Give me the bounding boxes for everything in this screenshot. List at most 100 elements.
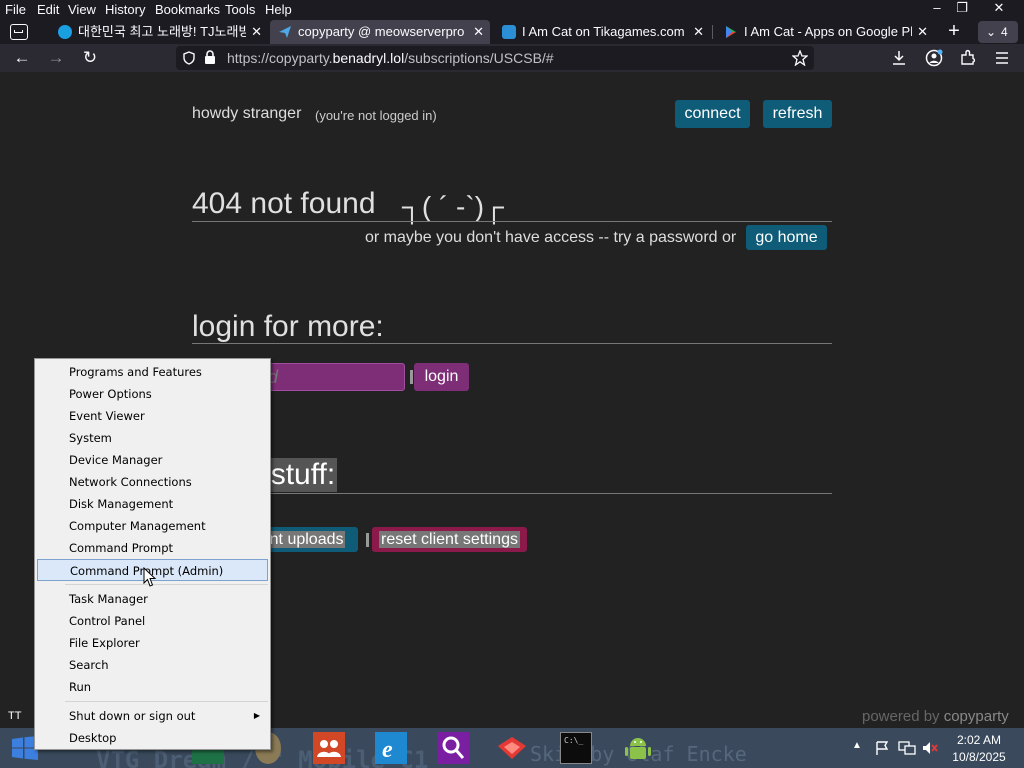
tab-tikagames[interactable]: I Am Cat on Tikagames.com ✕ [494, 20, 710, 44]
menu-item-shut-down[interactable]: Shut down or sign out ▶ [37, 705, 268, 727]
menu-item-event-viewer[interactable]: Event Viewer [37, 405, 268, 427]
menu-help[interactable]: Help [265, 2, 292, 17]
menu-item-power-options[interactable]: Power Options [37, 383, 268, 405]
menu-bar: File Edit View History Bookmarks Tools H… [0, 0, 1024, 20]
url-text: https://copyparty.benadryl.lol/subscript… [227, 50, 554, 66]
login-status-text: (you're not logged in) [315, 108, 437, 123]
menu-tools[interactable]: Tools [225, 2, 255, 17]
tab-copyparty[interactable]: copyparty @ meowserverpro ✕ [270, 20, 490, 44]
close-tab-icon[interactable]: ✕ [473, 20, 484, 44]
menu-item-programs-features[interactable]: Programs and Features [37, 361, 268, 383]
greeting-text: howdy stranger [192, 105, 302, 122]
shrug-face: ┐( ´ -`)┌ [402, 191, 504, 222]
menu-edit[interactable]: Edit [37, 2, 59, 17]
copyparty-link[interactable]: copyparty [944, 708, 1009, 725]
tab-overflow-button[interactable]: ⌄ 4 [978, 21, 1018, 43]
menu-item-system[interactable]: System [37, 427, 268, 449]
red-box-app-icon[interactable] [496, 732, 528, 764]
clock-date[interactable]: 10/8/2025 [944, 750, 1014, 764]
menu-item-search[interactable]: Search [37, 654, 268, 676]
close-tab-icon[interactable]: ✕ [251, 20, 262, 44]
forward-arrow-icon[interactable]: → [45, 47, 67, 69]
bookmark-star-icon[interactable] [792, 50, 808, 66]
menu-file[interactable]: File [5, 2, 26, 17]
error-title: 404 not found [192, 187, 376, 220]
internet-explorer-icon[interactable]: e [375, 732, 407, 764]
access-hint-text: or maybe you don't have access -- try a … [365, 229, 737, 246]
shield-icon[interactable] [182, 51, 196, 65]
ime-indicator: TT [8, 710, 22, 722]
back-arrow-icon[interactable]: ← [11, 47, 33, 69]
login-button[interactable]: login [414, 363, 469, 391]
new-tab-button[interactable]: + [940, 20, 968, 44]
refresh-button[interactable]: refresh [763, 100, 832, 128]
menu-item-disk-management[interactable]: Disk Management [37, 493, 268, 515]
menu-separator [65, 701, 268, 702]
tj-favicon-icon [58, 25, 72, 39]
connect-button[interactable]: connect [675, 100, 750, 128]
reset-settings-label: reset client settings [379, 531, 520, 548]
menu-item-command-prompt[interactable]: Command Prompt [37, 537, 268, 559]
downloads-icon[interactable] [891, 50, 907, 66]
tab-title: 대한민국 최고 노래방! TJ노래방 [78, 24, 246, 39]
search-icon[interactable] [437, 732, 469, 764]
heading-divider [192, 343, 832, 344]
tray-expand-icon[interactable]: ▲ [852, 740, 862, 751]
account-icon[interactable] [925, 49, 943, 67]
menu-item-run[interactable]: Run [37, 676, 268, 698]
people-icon[interactable] [313, 732, 345, 764]
login-heading: login for more: [192, 310, 384, 343]
power-user-menu: Programs and Features Power Options Even… [34, 358, 271, 750]
menu-item-task-manager[interactable]: Task Manager [37, 588, 268, 610]
volume-muted-icon[interactable] [922, 740, 938, 756]
menu-item-computer-management[interactable]: Computer Management [37, 515, 268, 537]
google-play-favicon-icon [726, 26, 736, 38]
heading-divider [192, 221, 832, 222]
android-icon[interactable] [622, 732, 654, 764]
menu-separator [65, 584, 268, 585]
action-center-flag-icon[interactable] [874, 740, 890, 756]
submenu-arrow-icon: ▶ [253, 711, 260, 720]
menu-bookmarks[interactable]: Bookmarks [155, 2, 220, 17]
extensions-puzzle-icon[interactable] [960, 49, 977, 66]
tab-count: 4 [1001, 25, 1008, 39]
address-bar[interactable]: https://copyparty.benadryl.lol/subscript… [176, 46, 814, 70]
heading-divider [192, 493, 832, 494]
button-separator [366, 533, 369, 547]
tab-google-play[interactable]: I Am Cat - Apps on Google Play ✕ [716, 20, 934, 44]
clock-time[interactable]: 2:02 AM [944, 733, 1014, 747]
go-home-button[interactable]: go home [746, 225, 827, 250]
menu-item-control-panel[interactable]: Control Panel [37, 610, 268, 632]
hamburger-menu-icon[interactable] [994, 50, 1010, 66]
tab-tj-karaoke[interactable]: 대한민국 최고 노래방! TJ노래방 ✕ [50, 20, 268, 44]
lock-icon[interactable] [204, 50, 216, 65]
tab-title: I Am Cat - Apps on Google Play [744, 24, 912, 39]
close-tab-icon[interactable]: ✕ [693, 20, 704, 44]
menu-view[interactable]: View [68, 2, 96, 17]
chevron-down-icon: ⌄ [986, 25, 997, 39]
tab-separator [712, 25, 713, 39]
reload-icon[interactable]: ↻ [79, 47, 101, 69]
shut-down-label: Shut down or sign out [69, 709, 196, 723]
menu-item-desktop[interactable]: Desktop [37, 727, 268, 749]
navigation-toolbar: ← → ↻ https://copyparty.benadryl.lol/sub… [0, 44, 1024, 72]
menu-item-network-connections[interactable]: Network Connections [37, 471, 268, 493]
menu-history[interactable]: History [105, 2, 145, 17]
tab-title: I Am Cat on Tikagames.com [522, 24, 685, 39]
list-all-tabs-icon[interactable] [10, 24, 28, 40]
tikagames-favicon-icon [502, 25, 516, 39]
tab-strip: 대한민국 최고 노래방! TJ노래방 ✕ copyparty @ meowser… [0, 20, 1024, 44]
network-icon[interactable] [898, 740, 916, 756]
close-tab-icon[interactable]: ✕ [917, 20, 928, 44]
tab-title: copyparty @ meowserverpro [298, 24, 465, 39]
restore-button[interactable]: ❐ [945, 0, 979, 16]
menu-item-file-explorer[interactable]: File Explorer [37, 632, 268, 654]
mouse-cursor-icon [143, 567, 157, 587]
command-prompt-icon[interactable]: C:\_ [560, 732, 592, 764]
menu-item-device-manager[interactable]: Device Manager [37, 449, 268, 471]
svg-text:e: e [382, 737, 393, 763]
copyparty-favicon-icon [279, 26, 291, 38]
reset-settings-button[interactable]: reset client settings [372, 527, 527, 552]
powered-by-footer: powered by copyparty [862, 708, 1009, 725]
close-window-button[interactable]: ✕ [982, 0, 1016, 16]
